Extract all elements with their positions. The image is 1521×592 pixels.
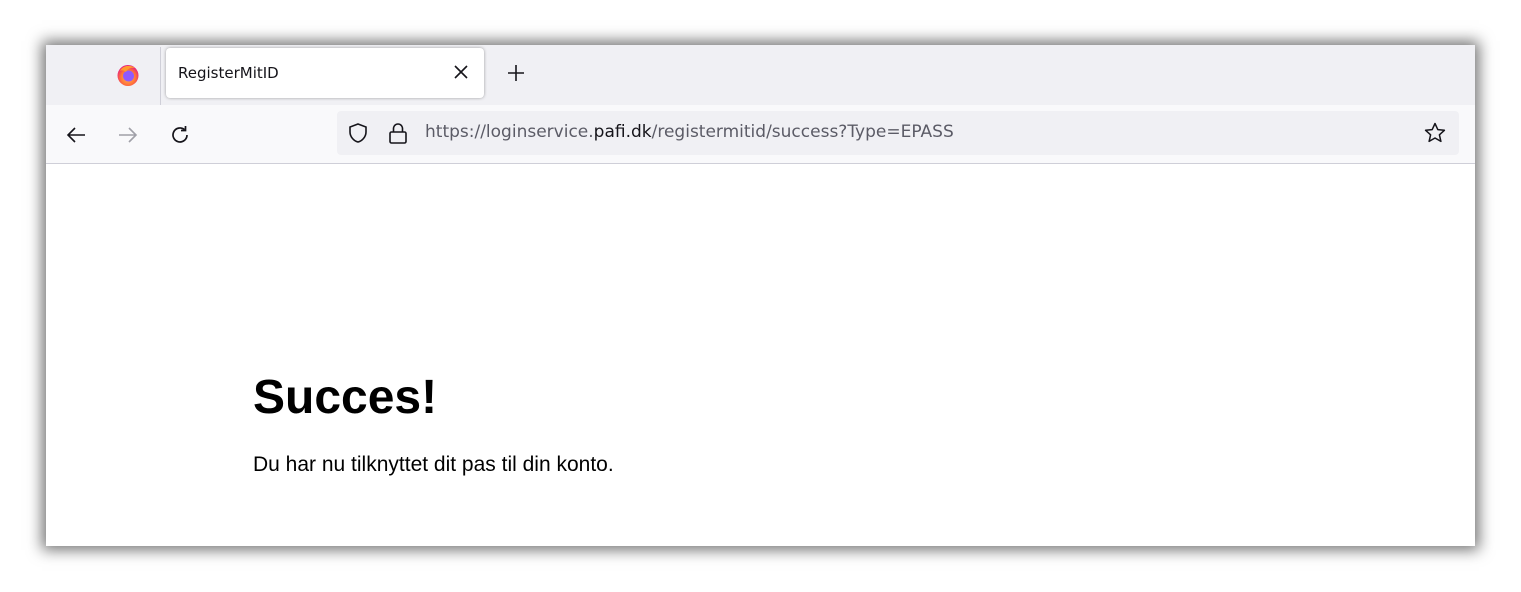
lock-icon[interactable] [387,121,409,145]
firefox-logo-icon[interactable] [116,63,140,87]
tab-bar: RegisterMitID [46,45,1475,105]
tab-title: RegisterMitID [178,64,279,82]
navigation-toolbar: https://loginservice.pafi.dk/registermit… [46,105,1475,164]
url-text[interactable]: https://loginservice.pafi.dk/registermit… [425,122,954,142]
url-host: pafi.dk [593,122,652,142]
shield-icon[interactable] [347,122,369,144]
tab-divider [160,47,161,105]
arrow-left-icon[interactable] [64,123,88,147]
arrow-right-icon[interactable] [116,123,140,147]
url-bar[interactable]: https://loginservice.pafi.dk/registermit… [337,111,1459,155]
success-message: Du har nu tilknyttet dit pas til din kon… [253,453,614,476]
close-icon[interactable] [452,63,470,81]
plus-icon[interactable] [506,63,526,83]
browser-window: RegisterMitID https://loginservice.pafi.… [46,45,1475,546]
tab-active[interactable]: RegisterMitID [166,48,484,98]
url-prefix: https://loginservice. [425,122,594,142]
page-content: Succes! Du har nu tilknyttet dit pas til… [46,164,1475,546]
star-icon[interactable] [1423,121,1447,145]
page-title: Succes! [253,371,438,424]
reload-icon[interactable] [168,123,192,147]
url-path: /registermitid/success?Type=EPASS [651,122,954,142]
